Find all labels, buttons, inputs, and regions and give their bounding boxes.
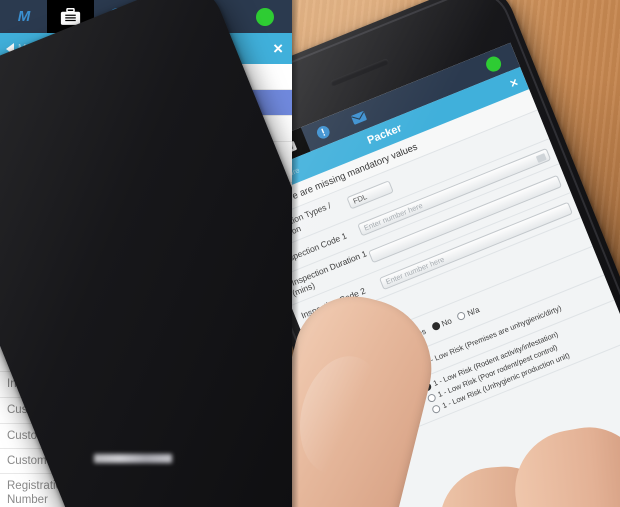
close-icon[interactable]: × xyxy=(273,40,283,57)
redaction-bar xyxy=(94,454,172,463)
radio-icon xyxy=(430,403,442,414)
phone-status-indicator xyxy=(483,53,504,74)
toolbar-logo-button[interactable]: M xyxy=(0,0,47,33)
job-detail-list: Job Type EMI Inspection Job Status WITH … xyxy=(0,0,292,507)
envelope-icon xyxy=(350,111,367,125)
exclamation-circle-icon xyxy=(316,126,330,139)
job-summary-panel: M × Registration Number xyxy=(0,0,292,507)
m-logo-icon: M xyxy=(17,8,30,25)
compliance-option-no[interactable]: No xyxy=(430,316,453,332)
detail-row-customer-phone: Customer Phone xyxy=(0,0,292,507)
panel-edge-shadow xyxy=(292,0,299,507)
compliance-option-na[interactable]: N/a xyxy=(456,305,481,322)
radio-icon xyxy=(426,392,437,403)
option-label: N/a xyxy=(465,304,481,318)
radio-selected-icon xyxy=(430,321,441,332)
radio-icon xyxy=(456,310,467,322)
phone-photograph: M xyxy=(292,0,620,507)
status-indicator xyxy=(256,7,274,26)
screenshot-root: M xyxy=(0,0,620,507)
option-label: No xyxy=(440,315,453,329)
